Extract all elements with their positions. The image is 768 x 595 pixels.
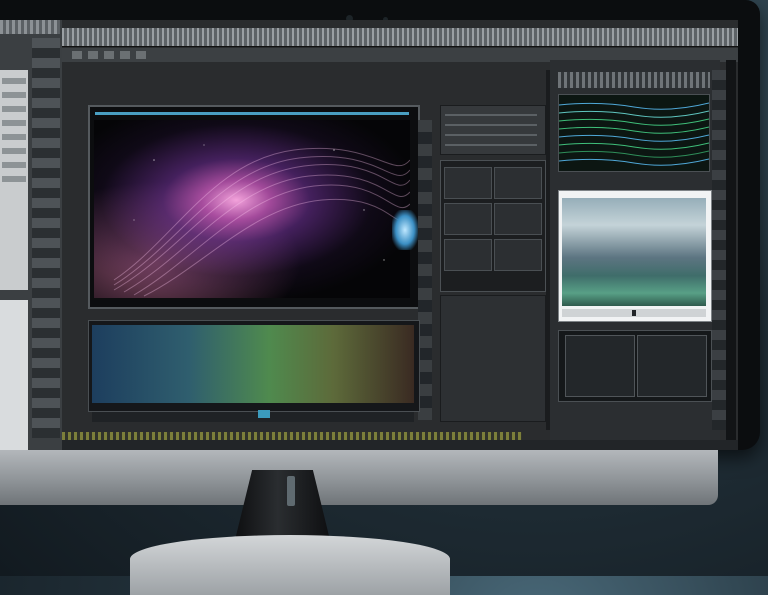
list-item[interactable] <box>2 162 26 168</box>
waveform-graphic <box>559 102 709 166</box>
panel-row[interactable] <box>445 134 537 136</box>
status-bar <box>62 440 738 450</box>
media-thumbnail[interactable] <box>444 203 492 235</box>
meter-panel[interactable] <box>565 335 635 397</box>
toolbar-button[interactable] <box>136 51 146 59</box>
effects-panel[interactable] <box>440 105 546 155</box>
right-panel-toolbar[interactable] <box>558 72 710 88</box>
viewer-progress-bar[interactable] <box>95 112 409 115</box>
window-edge <box>726 60 736 440</box>
toolbar-button[interactable] <box>72 51 82 59</box>
right-tool-strip[interactable] <box>712 70 726 430</box>
source-viewer-frame <box>562 198 706 306</box>
media-browser-grid <box>440 160 546 292</box>
list-item[interactable] <box>2 148 26 154</box>
panel-row[interactable] <box>445 114 537 116</box>
panel-row[interactable] <box>445 124 537 126</box>
waveform-monitor <box>558 94 710 172</box>
side-app-document-area <box>0 300 28 450</box>
monitor-stand-base <box>130 535 450 595</box>
toolbar-button[interactable] <box>88 51 98 59</box>
toolbar-ruler[interactable] <box>62 28 738 47</box>
list-item[interactable] <box>2 78 26 84</box>
cable-slot <box>287 476 295 506</box>
media-thumbnail[interactable] <box>494 167 542 199</box>
list-item[interactable] <box>2 106 26 112</box>
toolbar-button[interactable] <box>120 51 130 59</box>
playhead-handle[interactable] <box>258 410 270 418</box>
monitor-chin <box>0 445 718 505</box>
media-thumbnail[interactable] <box>494 239 542 271</box>
media-thumbnail[interactable] <box>444 239 492 271</box>
list-item[interactable] <box>2 92 26 98</box>
meter-panel[interactable] <box>637 335 707 397</box>
list-item[interactable] <box>2 120 26 126</box>
media-thumbnail[interactable] <box>444 167 492 199</box>
video-editor-window <box>62 20 738 450</box>
toolbar-button[interactable] <box>104 51 114 59</box>
side-app-ruler <box>0 20 60 34</box>
source-playhead[interactable] <box>632 310 636 316</box>
side-application-window <box>0 20 62 450</box>
audio-track[interactable] <box>62 432 522 440</box>
monitor-screen <box>0 20 738 450</box>
list-item[interactable] <box>2 134 26 140</box>
viewer-light-flare <box>392 210 418 250</box>
viewer-transport-column[interactable] <box>418 120 432 420</box>
media-thumbnail[interactable] <box>494 203 542 235</box>
audio-meters-panel <box>558 330 712 402</box>
side-app-list[interactable] <box>0 70 28 290</box>
panel-row[interactable] <box>445 144 537 146</box>
timeline-clip[interactable] <box>92 325 414 403</box>
timeline-controls[interactable] <box>92 412 414 422</box>
side-app-tool-strip[interactable] <box>32 38 60 438</box>
inspector-panel[interactable] <box>440 295 546 422</box>
viewer-video-frame <box>94 120 410 298</box>
light-wave-graphic <box>113 144 410 297</box>
list-item[interactable] <box>2 176 26 182</box>
